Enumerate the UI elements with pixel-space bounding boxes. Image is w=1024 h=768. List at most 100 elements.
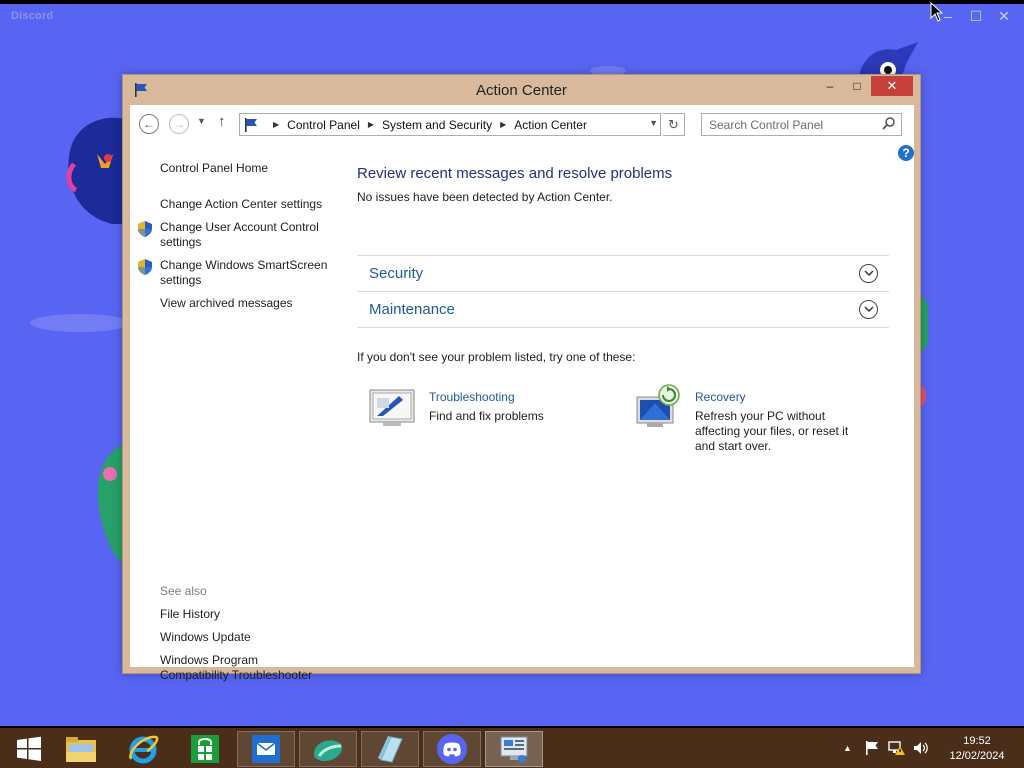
window-client-area: ← → ▼ ↑ ▶ Control Panel ▶ System and Sec…: [130, 105, 914, 682]
left-navigation-pane: Control Panel Home Change Action Center …: [130, 143, 340, 682]
taskbar-clock[interactable]: 19:52 12/02/2024: [940, 734, 1014, 764]
compat-link-line2: Compatibility Troubleshooter: [160, 668, 313, 682]
uac-shield-icon: [138, 221, 152, 237]
breadcrumb-system-and-security[interactable]: System and Security: [382, 118, 492, 132]
view-archived-messages-link[interactable]: View archived messages: [160, 296, 293, 311]
internet-explorer-icon: [129, 735, 159, 764]
close-button[interactable]: ✕: [871, 76, 913, 96]
recent-locations-dropdown[interactable]: ▼: [197, 116, 206, 126]
action-center-flag-icon: [245, 117, 257, 132]
discord-app-title: Discord: [11, 10, 54, 22]
troubleshooting-description: Find and fix problems: [429, 409, 544, 423]
troubleshooting-icon: [369, 389, 415, 426]
network-warning-icon: [888, 741, 905, 755]
file-history-link[interactable]: File History: [160, 607, 220, 622]
taskbar-file-explorer[interactable]: [52, 731, 110, 767]
navigation-bar: ← → ▼ ↑ ▶ Control Panel ▶ System and Sec…: [130, 105, 914, 143]
speaker-icon: [914, 742, 928, 754]
action-center-window: Action Center – □ ✕ ← → ▼ ↑ ▶ Control Pa…: [122, 74, 921, 682]
taskbar-internet-explorer[interactable]: [114, 731, 172, 767]
window-title: Action Center: [476, 82, 567, 99]
address-bar[interactable]: ▶ Control Panel ▶ System and Security ▶ …: [239, 113, 661, 136]
mouse-cursor-icon: [930, 2, 943, 22]
maximize-button[interactable]: □: [845, 76, 869, 96]
clock-date: 12/02/2024: [949, 750, 1005, 762]
taskbar-photos[interactable]: [299, 731, 357, 767]
uac-link-line1: Change User Account Control: [160, 220, 319, 234]
search-icon[interactable]: [882, 116, 896, 130]
window-titlebar[interactable]: Action Center – □ ✕: [123, 75, 920, 105]
recovery-description: Refresh your PC without affecting your f…: [695, 409, 865, 454]
file-explorer-icon: [66, 737, 96, 762]
back-button[interactable]: ←: [139, 114, 159, 134]
arrow-up-icon: ↑: [218, 113, 226, 130]
troubleshooting-link[interactable]: Troubleshooting: [429, 390, 515, 404]
chevron-down-icon[interactable]: [859, 300, 878, 319]
recovery-desc-line2: affecting your files, or reset it: [695, 424, 849, 438]
help-icon[interactable]: ?: [898, 145, 914, 161]
chevron-up-icon: ▲: [843, 743, 852, 753]
photos-icon: [314, 740, 343, 762]
reader-icon: [378, 736, 403, 763]
windows-update-link[interactable]: Windows Update: [160, 630, 251, 645]
breadcrumb-separator-icon[interactable]: ▶: [368, 120, 374, 129]
tray-network[interactable]: [888, 728, 906, 768]
recovery-desc-line1: Refresh your PC without: [695, 409, 826, 423]
taskbar-reader[interactable]: [361, 731, 419, 767]
uac-link-line2: settings: [160, 235, 202, 249]
security-section-label: Security: [369, 265, 424, 282]
taskbar-discord[interactable]: [423, 731, 481, 767]
up-button[interactable]: ↑: [218, 113, 226, 130]
recovery-desc-line3: and start over.: [695, 439, 772, 453]
discord-window-controls: – ☐ ✕: [934, 6, 1018, 26]
start-icon: [17, 736, 41, 761]
forward-button[interactable]: →: [169, 114, 189, 134]
plant-illustration: [97, 444, 124, 564]
recovery-link[interactable]: Recovery: [695, 390, 746, 404]
breadcrumb-control-panel[interactable]: Control Panel: [287, 118, 360, 132]
maintenance-section-label: Maintenance: [369, 301, 455, 318]
compat-link-line1: Windows Program: [160, 653, 259, 667]
tray-action-center[interactable]: [864, 728, 880, 768]
taskbar-mail[interactable]: [237, 731, 295, 767]
clock-time: 19:52: [963, 735, 991, 747]
breadcrumb-separator-icon: ▶: [273, 120, 280, 129]
tray-volume[interactable]: [912, 728, 928, 768]
mail-icon: [252, 735, 280, 763]
change-action-center-settings-link[interactable]: Change Action Center settings: [160, 197, 322, 212]
action-center-flag-icon: [866, 741, 878, 755]
creature-illustration: [66, 117, 126, 224]
store-icon: [191, 735, 219, 763]
discord-maximize-button[interactable]: ☐: [962, 6, 990, 26]
breadcrumb-action-center[interactable]: Action Center: [514, 118, 587, 132]
status-message: No issues have been detected by Action C…: [357, 190, 613, 204]
control-panel-icon: [500, 736, 528, 763]
taskbar: ▲ 19:52 12/02/2024: [0, 726, 1024, 768]
taskbar-store[interactable]: [176, 731, 234, 767]
search-input[interactable]: [701, 113, 902, 136]
see-also-heading: See also: [160, 584, 207, 598]
start-button[interactable]: [0, 731, 58, 767]
maintenance-section-header[interactable]: Maintenance: [357, 291, 889, 327]
smartscreen-link-line1: Change Windows SmartScreen: [160, 258, 328, 272]
smartscreen-link-line2: settings: [160, 273, 202, 287]
section-divider: [357, 327, 889, 328]
taskbar-control-panel[interactable]: [485, 731, 543, 767]
breadcrumb-separator-icon[interactable]: ▶: [500, 120, 506, 129]
arrow-left-icon: ←: [143, 117, 155, 131]
security-section-header[interactable]: Security: [357, 255, 889, 291]
suggestion-hint: If you don't see your problem listed, tr…: [357, 350, 636, 364]
minimize-button[interactable]: –: [820, 76, 840, 96]
change-uac-settings-link[interactable]: Change User Account Control settings: [160, 220, 319, 250]
arrow-right-icon: →: [173, 117, 185, 131]
discord-close-button[interactable]: ✕: [990, 6, 1018, 26]
show-hidden-icons-button[interactable]: ▲: [843, 728, 852, 768]
recovery-icon: [636, 384, 680, 427]
chevron-down-icon[interactable]: [859, 264, 878, 283]
control-panel-home-link[interactable]: Control Panel Home: [160, 161, 268, 176]
compatibility-troubleshooter-link[interactable]: Windows Program Compatibility Troublesho…: [160, 653, 312, 683]
change-smartscreen-settings-link[interactable]: Change Windows SmartScreen settings: [160, 258, 327, 288]
refresh-button[interactable]: ↻: [663, 113, 685, 136]
chevron-down-icon[interactable]: ▼: [649, 118, 658, 128]
smartscreen-shield-icon: [138, 259, 152, 275]
